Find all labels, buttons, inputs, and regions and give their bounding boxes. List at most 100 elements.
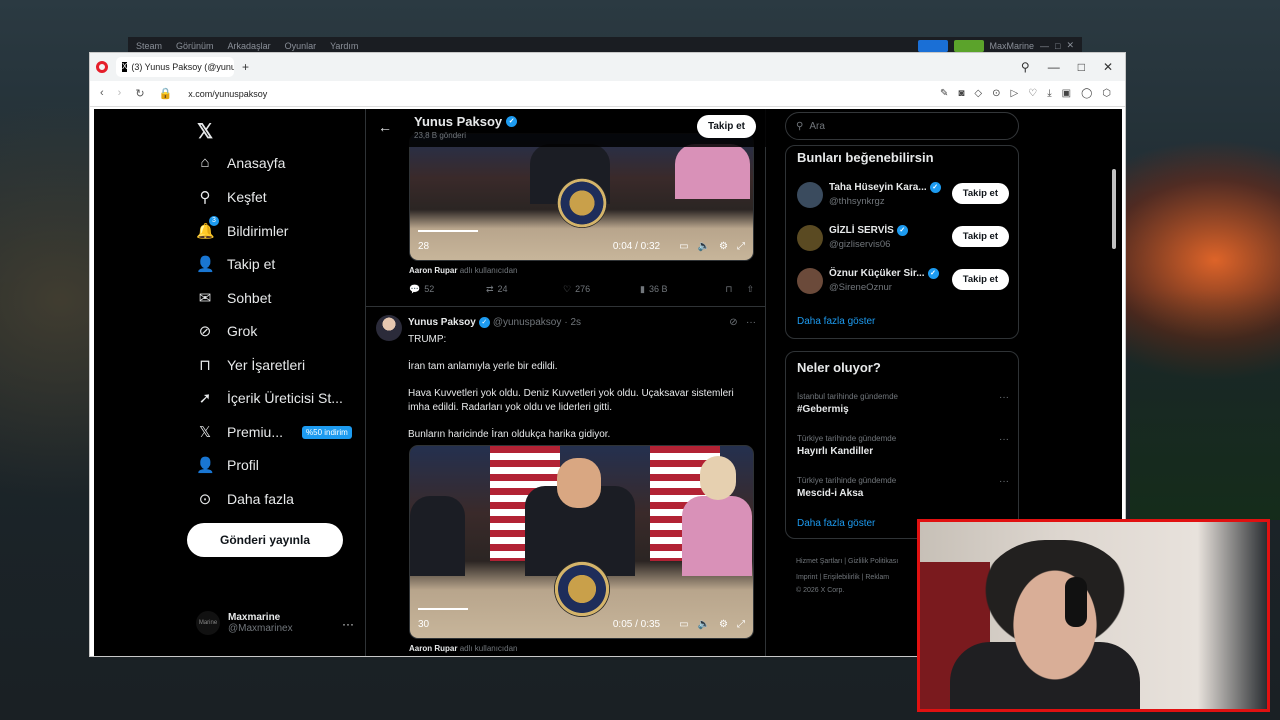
suggestion-follow-button[interactable]: Takip et	[951, 226, 1009, 247]
suggestion-name[interactable]: Öznur Küçüker Sir...	[829, 268, 925, 279]
steam-menu-view[interactable]: Görünüm	[176, 41, 214, 51]
more-icon[interactable]: ···	[746, 317, 756, 328]
share-icon[interactable]: ⇧	[746, 284, 754, 295]
back-arrow-icon[interactable]: ←	[378, 119, 392, 135]
steam-min-icon[interactable]: —	[1040, 41, 1049, 51]
edit-icon[interactable]: ✎	[940, 88, 948, 99]
vpn-icon[interactable]: ⊙	[992, 88, 1000, 99]
url-field[interactable]: x.com/yunuspaksoy	[188, 89, 267, 99]
steam-menu-help[interactable]: Yardım	[330, 41, 358, 51]
play-icon[interactable]: ▷	[1011, 88, 1019, 99]
steam-announce-button[interactable]	[917, 39, 948, 52]
fullscreen-icon[interactable]: ⤢	[737, 619, 745, 630]
video-progress-1[interactable]	[418, 230, 478, 232]
camera-icon[interactable]: ◙	[958, 88, 964, 99]
nav-item-6[interactable]: ⊓ Yer İşaretleri	[196, 356, 305, 374]
cube-icon[interactable]: ⬡	[1102, 88, 1111, 99]
nav-item-0[interactable]: ⌂ Anasayfa	[196, 154, 285, 171]
tweet-author[interactable]: Yunus Paksoy	[408, 317, 476, 328]
trend-item[interactable]: Türkiye tarihinde gündemde Hayırlı Kandil…	[797, 434, 1009, 457]
nav-item-7[interactable]: ➚ İçerik Üreticisi St...	[196, 389, 343, 407]
bookmark-icon[interactable]: ⊓	[725, 284, 732, 295]
suggestion-name[interactable]: Taha Hüseyin Kara...	[829, 182, 927, 193]
volume-icon[interactable]: 🔈	[698, 619, 710, 630]
video-source-name-1[interactable]: Aaron Rupar	[409, 266, 457, 275]
suggestion-avatar[interactable]	[797, 182, 823, 208]
heart-icon[interactable]: ♡	[1028, 88, 1037, 99]
steam-menu-steam[interactable]: Steam	[136, 41, 162, 51]
account-more-icon[interactable]: ···	[342, 617, 354, 631]
suggestion-avatar[interactable]	[797, 268, 823, 294]
page-scrollbar[interactable]	[1112, 169, 1116, 249]
wtf-show-more[interactable]: Daha fazla göster	[797, 316, 875, 327]
steam-max-icon[interactable]: □	[1055, 41, 1060, 51]
reload-icon[interactable]: ↻	[135, 87, 144, 100]
trend-more-icon[interactable]: ···	[999, 434, 1009, 445]
steam-user[interactable]: MaxMarine	[990, 41, 1035, 51]
nav-item-5[interactable]: ⊘ Grok	[196, 322, 258, 340]
video-player-2[interactable]: 30 0:05 / 0:35 ▭ 🔈 ⚙ ⤢	[409, 445, 754, 639]
trend-item[interactable]: Türkiye tarihinde gündemde Mescid-i Aksa ·…	[797, 476, 1009, 499]
nav-item-4[interactable]: ✉ Sohbet	[196, 289, 272, 307]
views-button[interactable]: ▮ 36 B	[640, 284, 717, 295]
volume-icon[interactable]: 🔈	[698, 241, 710, 252]
suggestion-follow-button[interactable]: Takip et	[951, 183, 1009, 204]
camera-snap-icon[interactable]: ▣	[1062, 88, 1071, 99]
tweet-handle[interactable]: @yunuspaksoy	[493, 317, 562, 328]
repost-button[interactable]: ⇄ 24	[486, 284, 563, 295]
caption-icon[interactable]: ▭	[679, 619, 688, 630]
caption-icon[interactable]: ▭	[679, 241, 688, 252]
nav-item-9[interactable]: 👤 Profil	[196, 456, 259, 474]
forward-nav-icon[interactable]: ›	[118, 87, 122, 100]
video-source-name-2[interactable]: Aaron Rupar	[409, 644, 457, 653]
shield-icon[interactable]: ◇	[974, 88, 982, 99]
fullscreen-icon[interactable]: ⤢	[737, 241, 745, 252]
steam-menu-friends[interactable]: Arkadaşlar	[228, 41, 271, 51]
steam-menu-games[interactable]: Oyunlar	[285, 41, 317, 51]
suggestion-name[interactable]: GİZLİ SERVİS	[829, 225, 894, 236]
grok-icon[interactable]: ⊘	[729, 317, 737, 328]
suggestion-handle[interactable]: @thhsynkrgz	[829, 196, 885, 207]
nav-item-10[interactable]: ⊙ Daha fazla	[196, 490, 294, 508]
profile-icon[interactable]: ◯	[1081, 88, 1092, 99]
settings-icon[interactable]: ⚙	[719, 619, 728, 630]
back-nav-icon[interactable]: ‹	[100, 87, 104, 100]
trend-more-icon[interactable]: ···	[999, 392, 1009, 403]
close-window-icon[interactable]: ✕	[1103, 60, 1113, 74]
steam-close-icon[interactable]: ✕	[1066, 40, 1074, 51]
follow-button[interactable]: Takip et	[696, 115, 756, 138]
video-player-1[interactable]: 28 0:04 / 0:32 ▭ 🔈 ⚙ ⤢	[409, 133, 754, 261]
download-icon[interactable]: ⤓	[1047, 88, 1051, 99]
suggestion-item[interactable]: GİZLİ SERVİS ✓ @gizliservis06 Takip et	[797, 223, 1009, 253]
steam-notification-button[interactable]	[953, 39, 984, 52]
post-button[interactable]: Gönderi yayınla	[187, 523, 343, 557]
suggestion-follow-button[interactable]: Takip et	[951, 269, 1009, 290]
suggestion-avatar[interactable]	[797, 225, 823, 251]
account-switcher[interactable]: Marine Maxmarine @Maxmarinex ···	[196, 611, 354, 635]
opera-logo-icon[interactable]	[96, 61, 108, 73]
nav-item-1[interactable]: ⚲ Keşfet	[196, 188, 267, 206]
tweet-time[interactable]: · 2s	[564, 317, 581, 328]
nav-item-3[interactable]: 👤 Takip et	[196, 255, 275, 273]
suggestion-item[interactable]: Taha Hüseyin Kara... ✓ @thhsynkrgz Takip et	[797, 180, 1009, 210]
browser-search-icon[interactable]: ⚲	[1021, 60, 1030, 74]
trends-show-more[interactable]: Daha fazla göster	[797, 518, 875, 529]
trend-more-icon[interactable]: ···	[999, 476, 1009, 487]
new-tab-icon[interactable]: +	[242, 60, 249, 74]
tweet-avatar[interactable]	[376, 315, 402, 341]
minimize-icon[interactable]: —	[1048, 60, 1060, 74]
video-progress-2[interactable]	[418, 608, 468, 610]
maximize-icon[interactable]: □	[1078, 60, 1085, 74]
x-logo-icon[interactable]: 𝕏	[197, 119, 213, 144]
search-input[interactable]: ⚲ Ara	[785, 112, 1019, 140]
suggestion-item[interactable]: Öznur Küçüker Sir... ✓ @SireneOznur Takip e…	[797, 266, 1009, 296]
settings-icon[interactable]: ⚙	[719, 241, 728, 252]
suggestion-handle[interactable]: @gizliservis06	[829, 239, 890, 250]
nav-item-2[interactable]: 🔔 3 Bildirimler	[196, 216, 288, 240]
trend-item[interactable]: İstanbul tarihinde gündemde #Gebermiş ···	[797, 392, 1009, 415]
reply-button[interactable]: 💬 52	[409, 284, 486, 295]
like-button[interactable]: ♡ 276	[563, 284, 640, 295]
nav-item-8[interactable]: 𝕏 Premiu... %50 indirim	[196, 423, 352, 441]
browser-tab[interactable]: X (3) Yunus Paksoy (@yunus	[116, 57, 234, 77]
suggestion-handle[interactable]: @SireneOznur	[829, 282, 892, 293]
